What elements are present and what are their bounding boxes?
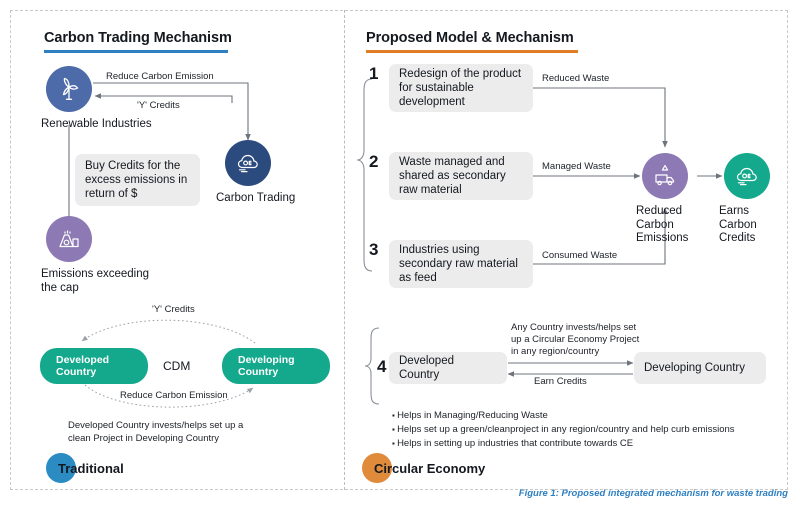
figure-caption: Figure 1: Proposed integrated mechanism … bbox=[518, 488, 788, 499]
reduced-carbon-emissions-label: Reduced Carbon Emissions bbox=[636, 205, 689, 244]
reduced-carbon-emissions-node bbox=[642, 153, 688, 199]
recycle-truck-icon bbox=[655, 164, 675, 186]
traditional-badge: Traditional bbox=[46, 453, 124, 483]
step-1-arrow-label: Reduced Waste bbox=[542, 73, 610, 84]
step-2-arrow-label: Managed Waste bbox=[542, 161, 611, 172]
cdm-note: Developed Country invests/helps set up a… bbox=[68, 420, 244, 444]
benefits-list: Helps in Managing/Reducing Waste Helps s… bbox=[392, 409, 735, 451]
cdm-top-arc-label: 'Y' Credits bbox=[152, 304, 195, 315]
cdm-center-label: CDM bbox=[163, 359, 191, 373]
carbon-trading-label: Carbon Trading bbox=[216, 192, 296, 204]
developing-country-pill: Developing Country bbox=[222, 348, 330, 384]
step-3-number: 3 bbox=[369, 240, 379, 259]
earns-carbon-credits-label: Earns Carbon Credits bbox=[719, 205, 757, 244]
left-panel-title: Carbon Trading Mechanism bbox=[44, 30, 232, 46]
emissions-exceeding-cap-node bbox=[46, 216, 92, 262]
reduce-carbon-emission-arc-label: Reduce Carbon Emission bbox=[120, 390, 228, 401]
carbon-trading-node bbox=[225, 140, 271, 186]
renewable-industries-node bbox=[46, 66, 92, 112]
co2-cloud-icon bbox=[736, 167, 757, 186]
co2-cloud-icon bbox=[237, 154, 258, 173]
emissions-exceeding-cap-label: Emissions exceeding the cap bbox=[41, 268, 150, 294]
figure-container: Carbon Trading Mechanism Renewable Indus… bbox=[0, 0, 800, 517]
panel-divider bbox=[344, 10, 345, 490]
step-3-arrow-label: Consumed Waste bbox=[542, 250, 618, 261]
step-4-bottom-arrow-label: Earn Credits bbox=[534, 376, 587, 387]
step-4-developed-country-box: Developed Country bbox=[389, 352, 507, 384]
reduce-carbon-emission-label: Reduce Carbon Emission bbox=[106, 71, 214, 82]
step-4-developing-country-box: Developing Country bbox=[634, 352, 766, 384]
benefit-item: Helps in Managing/Reducing Waste bbox=[392, 409, 735, 423]
circular-economy-badge-label: Circular Economy bbox=[374, 460, 486, 476]
wind-turbine-icon bbox=[62, 77, 79, 100]
traditional-badge-label: Traditional bbox=[58, 460, 124, 476]
benefit-item: Helps in setting up industries that cont… bbox=[392, 437, 735, 451]
right-panel-title: Proposed Model & Mechanism bbox=[366, 30, 574, 46]
earns-carbon-credits-node bbox=[724, 153, 770, 199]
developed-country-pill: Developed Country bbox=[40, 348, 148, 384]
y-credits-label: 'Y' Credits bbox=[137, 100, 180, 111]
factory-icon bbox=[59, 230, 79, 248]
step-2-box: Waste managed and shared as secondary ra… bbox=[389, 152, 533, 200]
step-4-top-arrow-label: Any Country invests/helps set up a Circu… bbox=[511, 322, 640, 357]
circular-economy-badge: Circular Economy bbox=[362, 453, 485, 483]
step-4-number: 4 bbox=[377, 357, 387, 376]
step-3-box: Industries using secondary raw material … bbox=[389, 240, 533, 288]
right-panel-title-rule bbox=[366, 50, 578, 53]
step-2-number: 2 bbox=[369, 152, 379, 171]
left-panel-title-rule bbox=[44, 50, 228, 53]
step-1-number: 1 bbox=[369, 64, 379, 83]
benefit-item: Helps set up a green/cleanproject in any… bbox=[392, 423, 734, 437]
buy-credits-box: Buy Credits for the excess emissions in … bbox=[75, 154, 200, 206]
renewable-industries-label: Renewable Industries bbox=[41, 118, 152, 130]
step-1-box: Redesign of the product for sustainable … bbox=[389, 64, 533, 112]
